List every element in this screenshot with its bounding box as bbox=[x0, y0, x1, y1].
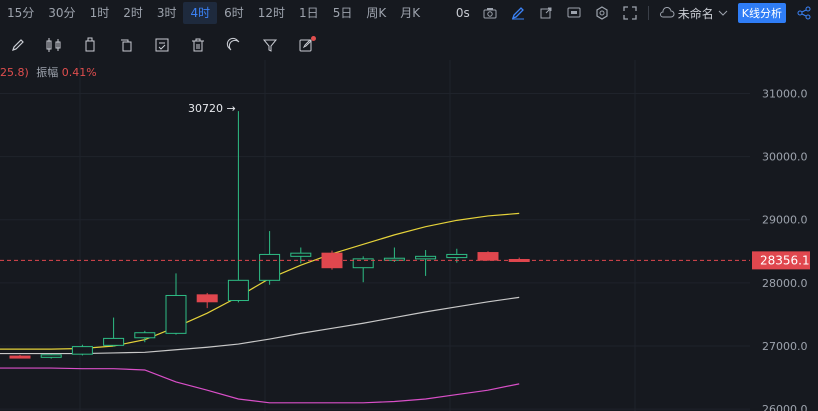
timeframe-1[interactable]: 30分 bbox=[41, 2, 82, 24]
share-icon[interactable] bbox=[796, 5, 812, 21]
layout-selector[interactable]: 未命名 bbox=[659, 5, 728, 22]
y-tick-label: 30000.0 bbox=[762, 151, 808, 164]
popout-icon[interactable] bbox=[538, 5, 554, 21]
timeframe-4[interactable]: 3时 bbox=[150, 2, 184, 24]
candle-body bbox=[259, 253, 281, 281]
edit-icon[interactable] bbox=[288, 33, 324, 57]
candle-body bbox=[415, 255, 437, 260]
timeframe-5[interactable]: 4时 bbox=[183, 2, 218, 24]
ma-line-yellow bbox=[0, 212, 520, 350]
candle-body bbox=[71, 346, 93, 355]
pencil-icon[interactable] bbox=[0, 33, 36, 57]
k-analysis-button[interactable]: K线分析 bbox=[737, 3, 786, 23]
candle-body bbox=[446, 253, 468, 259]
ma-line-magenta bbox=[0, 367, 520, 404]
filter-icon[interactable] bbox=[252, 33, 288, 57]
candle-body bbox=[352, 258, 374, 269]
checklist-icon[interactable] bbox=[144, 33, 180, 57]
candle-body bbox=[165, 294, 187, 334]
y-tick-label: 27000.0 bbox=[762, 340, 808, 353]
timeframe-8[interactable]: 1日 bbox=[292, 2, 326, 24]
timeframe-0[interactable]: 15分 bbox=[0, 2, 41, 24]
candle-body bbox=[9, 355, 31, 359]
candlestick-chart[interactable]: 31000.0 30000.0 29000.0 28000.0 27000.0 26000… bbox=[0, 60, 818, 411]
candle-body bbox=[227, 279, 249, 302]
chevron-down-icon bbox=[718, 10, 728, 16]
timeframe-11[interactable]: 月K bbox=[393, 2, 427, 24]
candle-body bbox=[477, 252, 499, 261]
draw-pen-icon[interactable] bbox=[510, 5, 526, 21]
current-price-label: 28356.1 bbox=[760, 253, 810, 267]
timeframe-9[interactable]: 5日 bbox=[326, 2, 360, 24]
toolbar-divider bbox=[647, 6, 649, 20]
candle-body bbox=[196, 294, 218, 303]
timeframe-3[interactable]: 2时 bbox=[116, 2, 150, 24]
candle-body bbox=[134, 332, 156, 339]
y-tick-label: 31000.0 bbox=[762, 87, 808, 100]
candle-body bbox=[290, 252, 312, 257]
y-tick-label: 29000.0 bbox=[762, 214, 808, 227]
ma-line-white bbox=[0, 296, 520, 355]
settings-icon[interactable] bbox=[594, 5, 610, 21]
timeframe-2[interactable]: 1时 bbox=[83, 2, 117, 24]
magnet-icon[interactable] bbox=[216, 33, 252, 57]
candle-body bbox=[103, 337, 125, 346]
camera-icon[interactable] bbox=[482, 5, 498, 21]
bookmark-icon[interactable] bbox=[72, 33, 108, 57]
screen-icon[interactable] bbox=[566, 5, 582, 21]
cloud-icon bbox=[659, 7, 675, 18]
right-toolbar: 0s 未命名 K线分析 bbox=[450, 0, 818, 26]
layout-name: 未命名 bbox=[677, 6, 714, 21]
candlestick-icon[interactable] bbox=[36, 33, 72, 57]
notification-dot bbox=[311, 36, 316, 41]
y-tick-label: 28000.0 bbox=[762, 277, 808, 290]
trash-icon[interactable] bbox=[180, 33, 216, 57]
timeframe-7[interactable]: 12时 bbox=[251, 2, 292, 24]
timeframe-10[interactable]: 周K bbox=[359, 2, 393, 24]
candle-body bbox=[40, 354, 62, 358]
timeframe-6[interactable]: 6时 bbox=[217, 2, 251, 24]
drawing-toolbar bbox=[0, 32, 324, 58]
fullscreen-icon[interactable] bbox=[622, 5, 638, 21]
copy-icon[interactable] bbox=[108, 33, 144, 57]
countdown-text: 0s bbox=[455, 6, 470, 20]
y-tick-label: 26000.0 bbox=[762, 403, 808, 411]
